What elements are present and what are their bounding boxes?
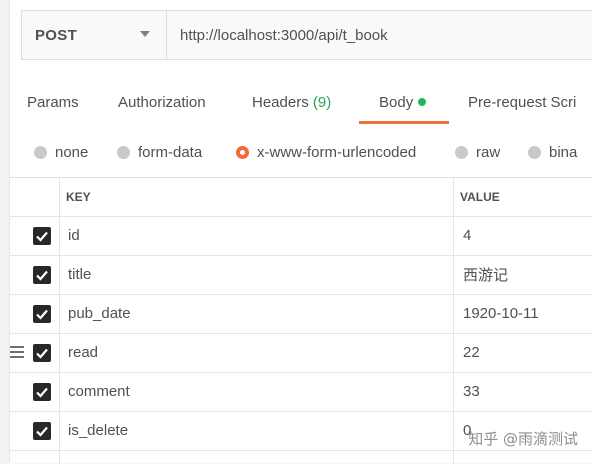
row-enabled-checkbox[interactable] [33,344,51,362]
drag-handle-icon[interactable] [10,346,24,360]
radio-label: none [55,143,89,161]
tab-headers[interactable]: Headers (9) [252,80,331,124]
table-row: comment 33 [9,373,592,412]
value-cell[interactable]: 33 [463,373,480,411]
checkmark-icon [36,270,48,281]
radio-raw[interactable]: raw [455,130,500,174]
value-cell[interactable]: 4 [463,217,471,255]
row-enabled-checkbox[interactable] [33,422,51,440]
value-cell[interactable]: 西游记 [463,256,508,294]
checkmark-icon [36,231,48,242]
radio-form-data[interactable]: form-data [117,130,202,174]
table-header-row: KEY VALUE [9,178,592,217]
body-active-dot-icon [418,98,427,106]
key-cell[interactable]: is_delete [68,412,128,450]
tab-params[interactable]: Params [27,80,79,124]
value-cell[interactable]: 1920-10-11 [463,295,539,333]
radio-circle-icon [34,145,47,159]
request-bar: POST [21,10,592,60]
row-enabled-checkbox[interactable] [33,227,51,245]
body-type-selector: none form-data x-www-form-urlencoded raw… [9,130,592,174]
key-cell[interactable]: read [68,334,98,372]
key-cell[interactable]: comment [68,373,130,411]
radio-binary[interactable]: bina [528,130,577,174]
checkmark-icon [36,387,48,398]
radio-circle-icon [528,145,541,159]
headers-count-badge: (9) [312,94,332,111]
method-select[interactable]: POST [22,11,167,59]
radio-label: bina [549,143,578,161]
row-enabled-checkbox[interactable] [33,305,51,323]
tab-body[interactable]: Body [379,80,427,124]
key-cell[interactable]: pub_date [68,295,131,333]
radio-selected-icon [236,145,249,159]
tab-label: Authorization [118,94,206,111]
row-enabled-checkbox[interactable] [33,383,51,401]
key-value-table: KEY VALUE id 4 title 西游记 pub_date 1920-1… [9,177,592,464]
radio-label: form-data [138,143,203,161]
radio-none[interactable]: none [34,130,88,174]
radio-x-www-form-urlencoded[interactable]: x-www-form-urlencoded [236,130,416,174]
tab-authorization[interactable]: Authorization [118,80,206,124]
request-tabs: Params Authorization Headers (9) Body Pr… [9,80,592,124]
table-row-partial [9,451,592,464]
value-cell[interactable]: 22 [463,334,480,372]
tab-pre-request-script[interactable]: Pre-request Scri [468,80,576,124]
postman-request-editor: POST Params Authorization Headers (9) Bo… [0,0,592,464]
checkmark-icon [36,426,48,437]
tab-label: Headers [252,94,309,111]
radio-circle-icon [455,145,468,159]
table-row: title 西游记 [9,256,592,295]
checkmark-icon [36,309,48,320]
checkmark-icon [36,348,48,359]
tab-label: Params [27,94,79,111]
key-cell[interactable]: id [68,217,80,255]
key-cell[interactable]: title [68,256,91,294]
tab-label: Pre-request Scri [468,94,577,111]
active-tab-indicator [359,121,449,124]
watermark: 知乎 @雨滴测试 [468,430,578,448]
key-column-header: KEY [66,190,91,204]
row-enabled-checkbox[interactable] [33,266,51,284]
tab-label: Body [379,94,414,111]
table-row: read 22 [9,334,592,373]
radio-label: x-www-form-urlencoded [257,143,417,161]
url-input[interactable] [168,11,592,59]
radio-circle-icon [117,145,130,159]
chevron-down-icon [140,31,150,37]
method-label: POST [35,26,78,44]
radio-label: raw [476,143,501,161]
table-row: id 4 [9,217,592,256]
value-column-header: VALUE [460,190,500,204]
table-row: pub_date 1920-10-11 [9,295,592,334]
